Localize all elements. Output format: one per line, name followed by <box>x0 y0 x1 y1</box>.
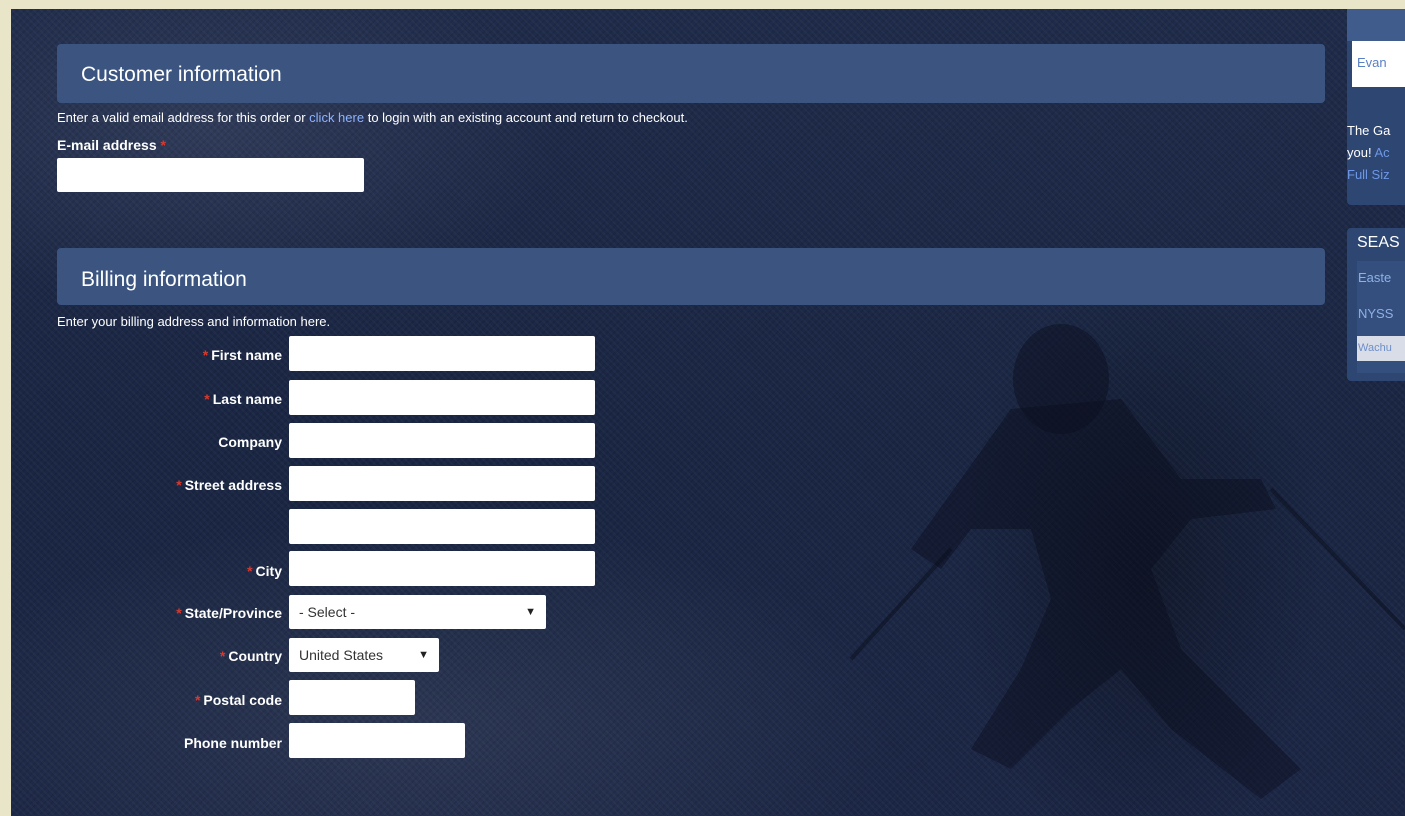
chevron-down-icon: ▼ <box>525 606 536 618</box>
sidebar-gallery-text-plain: you! <box>1347 145 1375 160</box>
required-marker: * <box>194 692 201 708</box>
required-marker: * <box>219 648 226 664</box>
billing-info-description: Enter your billing address and informati… <box>57 314 331 329</box>
last-name-field[interactable] <box>289 380 595 415</box>
sidebar-full-size-link[interactable]: Full Siz <box>1347 167 1390 182</box>
sidebar-season-heading: SEAS <box>1357 234 1400 251</box>
country-selected: United States <box>299 647 384 663</box>
sidebar-season-item[interactable]: Easte <box>1358 270 1391 285</box>
customer-info-title: Customer information <box>81 63 282 86</box>
billing-info-header: Billing information <box>57 248 1325 305</box>
first-name-label-text: First name <box>211 347 282 363</box>
city-label-text: City <box>255 563 282 579</box>
company-label: Company <box>218 434 282 450</box>
required-marker: * <box>202 347 209 363</box>
required-marker: * <box>160 137 166 153</box>
phone-number-label: Phone number <box>183 735 282 751</box>
email-field[interactable] <box>57 158 364 192</box>
city-label: * City <box>52 563 282 579</box>
country-select[interactable]: United States ▼ <box>289 638 439 672</box>
postal-code-label-text: Postal code <box>203 692 282 708</box>
state-province-label-text: State/Province <box>184 605 282 621</box>
sidebar-gallery-header <box>1347 9 1405 41</box>
sidebar-season-block: SEAS Easte NYSS Wachu <box>1347 228 1405 381</box>
sidebar-gallery-link[interactable]: Ac <box>1374 145 1389 160</box>
chevron-down-icon: ▼ <box>418 649 429 661</box>
billing-info-title: Billing information <box>81 268 247 291</box>
postal-code-field[interactable] <box>289 680 415 715</box>
street-address-label: * Street address <box>52 477 282 493</box>
description-text-end: to login with an existing account and re… <box>364 110 688 125</box>
city-field[interactable] <box>289 551 595 586</box>
sidebar-season-item-row: Wachu <box>1357 336 1405 361</box>
first-name-label: * First name <box>52 347 282 363</box>
country-label-text: Country <box>228 648 282 664</box>
email-label-text: E-mail address <box>57 137 157 153</box>
required-marker: * <box>204 391 210 407</box>
first-name-field[interactable] <box>289 336 595 371</box>
postal-code-label: * Postal code <box>52 692 282 708</box>
login-link[interactable]: click here <box>309 110 364 125</box>
last-name-label-text: Last name <box>212 391 282 407</box>
sidebar-season-list: Easte NYSS Wachu <box>1357 261 1405 373</box>
customer-info-description: Enter a valid email address for this ord… <box>57 110 688 125</box>
sidebar-top-link[interactable]: Evan <box>1357 55 1387 70</box>
state-province-select[interactable]: - Select - ▼ <box>289 595 546 629</box>
page-background: Customer information Enter a valid email… <box>11 9 1405 816</box>
description-text: Enter a valid email address for this ord… <box>57 110 310 125</box>
email-label: E-mail address * <box>57 137 169 153</box>
required-marker: * <box>176 477 182 493</box>
state-province-selected: - Select - <box>299 604 356 620</box>
sidebar-gallery-block: Evan The Ga you! Ac Full Siz <box>1347 9 1405 205</box>
sidebar-gallery-text-2: you! Ac <box>1347 145 1390 160</box>
sidebar-gallery-text: The Ga <box>1347 123 1391 138</box>
sidebar-season-item[interactable]: Wachu <box>1358 342 1392 354</box>
last-name-label: * Last name <box>52 391 282 407</box>
state-province-label: * State/Province <box>52 605 282 621</box>
required-marker: * <box>176 605 182 621</box>
required-marker: * <box>247 563 253 579</box>
company-field[interactable] <box>289 423 595 458</box>
street-address-field-1[interactable] <box>289 466 595 501</box>
country-label: * Country <box>52 648 282 664</box>
sidebar-season-item[interactable]: NYSS <box>1358 306 1393 321</box>
customer-info-header: Customer information <box>57 44 1325 103</box>
street-address-field-2[interactable] <box>289 509 595 544</box>
street-address-label-text: Street address <box>184 477 282 493</box>
phone-number-field[interactable] <box>289 723 465 758</box>
